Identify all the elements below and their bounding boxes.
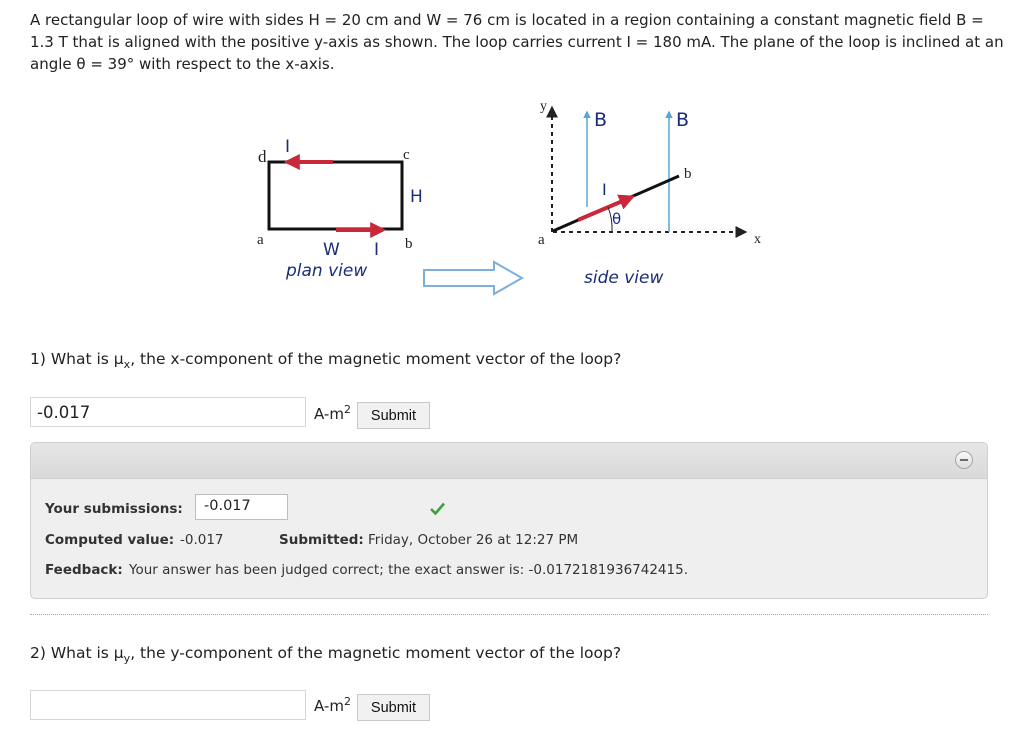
unit-label-2: A-m2 (314, 695, 351, 715)
question-2-text: 2) What is μy, the y-component of the ma… (30, 644, 621, 665)
collapse-icon[interactable] (955, 451, 973, 469)
side-point-a: a (538, 232, 545, 248)
plan-corner-a: a (257, 232, 264, 248)
unit-1-exponent: 2 (343, 403, 351, 416)
side-view: y x B B I θ a b side view (538, 99, 761, 288)
answer-input-1[interactable] (30, 397, 306, 427)
submitted-label: Submitted: (279, 532, 364, 548)
plan-corner-d: d (258, 147, 267, 166)
feedback-panel: Your submissions: -0.017 Computed value:… (30, 442, 988, 599)
unit-label-1: A-m2 (314, 403, 351, 423)
side-point-b: b (684, 166, 692, 182)
check-icon (430, 502, 445, 516)
question-1-symbol: μ (113, 350, 124, 368)
side-loop-edge (552, 174, 680, 233)
feedback-panel-header (31, 443, 987, 479)
question-1-text: 1) What is μx, the x-component of the ma… (30, 350, 621, 371)
side-label-theta: θ (612, 210, 621, 228)
question-2-symbol: μ (113, 644, 124, 662)
plan-view: d c a b H W I I plan view (257, 137, 423, 281)
side-label-I: I (602, 180, 607, 199)
plan-corner-c: c (403, 147, 410, 163)
section-divider (30, 614, 988, 615)
plan-label-I-top: I (285, 137, 290, 157)
unit-2-base: A-m (314, 697, 344, 715)
computed-value: -0.017 (180, 532, 224, 548)
answer-input-2[interactable] (30, 690, 306, 720)
question-2-suffix: , the y-component of the magnetic moment… (130, 644, 622, 662)
plan-loop (267, 160, 404, 231)
plan-label-W: W (323, 240, 340, 260)
plan-caption: plan view (285, 261, 367, 281)
side-label-B-left: B (594, 109, 607, 131)
question-1-prefix: 1) What is (30, 350, 114, 368)
submission-value: -0.017 (204, 498, 251, 514)
feedback-value: Your answer has been judged correct; the… (129, 562, 688, 578)
side-axis-x-label: x (754, 232, 761, 247)
problem-statement: A rectangular loop of wire with sides H … (30, 11, 1004, 73)
transition-arrow (423, 260, 525, 296)
plan-label-H: H (410, 187, 423, 207)
side-label-B-right: B (676, 109, 689, 131)
submissions-label: Your submissions: (45, 501, 183, 517)
side-caption: side view (584, 268, 663, 288)
question-1-suffix: , the x-component of the magnetic moment… (130, 350, 622, 368)
unit-2-exponent: 2 (343, 695, 351, 708)
unit-1-base: A-m (314, 405, 344, 423)
plan-label-I-bottom: I (374, 240, 379, 260)
question-2-prefix: 2) What is (30, 644, 114, 662)
side-axis-y-label: y (540, 99, 547, 114)
theta-arc (607, 206, 613, 233)
submission-box: -0.017 (195, 494, 445, 520)
submit-button-1[interactable]: Submit (357, 402, 430, 429)
plan-corner-b: b (405, 236, 413, 252)
submitted-value: Friday, October 26 at 12:27 PM (368, 532, 579, 548)
feedback-label: Feedback: (45, 562, 123, 578)
side-current-arrow (577, 194, 635, 222)
computed-label: Computed value: (45, 532, 175, 548)
submit-button-2[interactable]: Submit (357, 694, 430, 721)
